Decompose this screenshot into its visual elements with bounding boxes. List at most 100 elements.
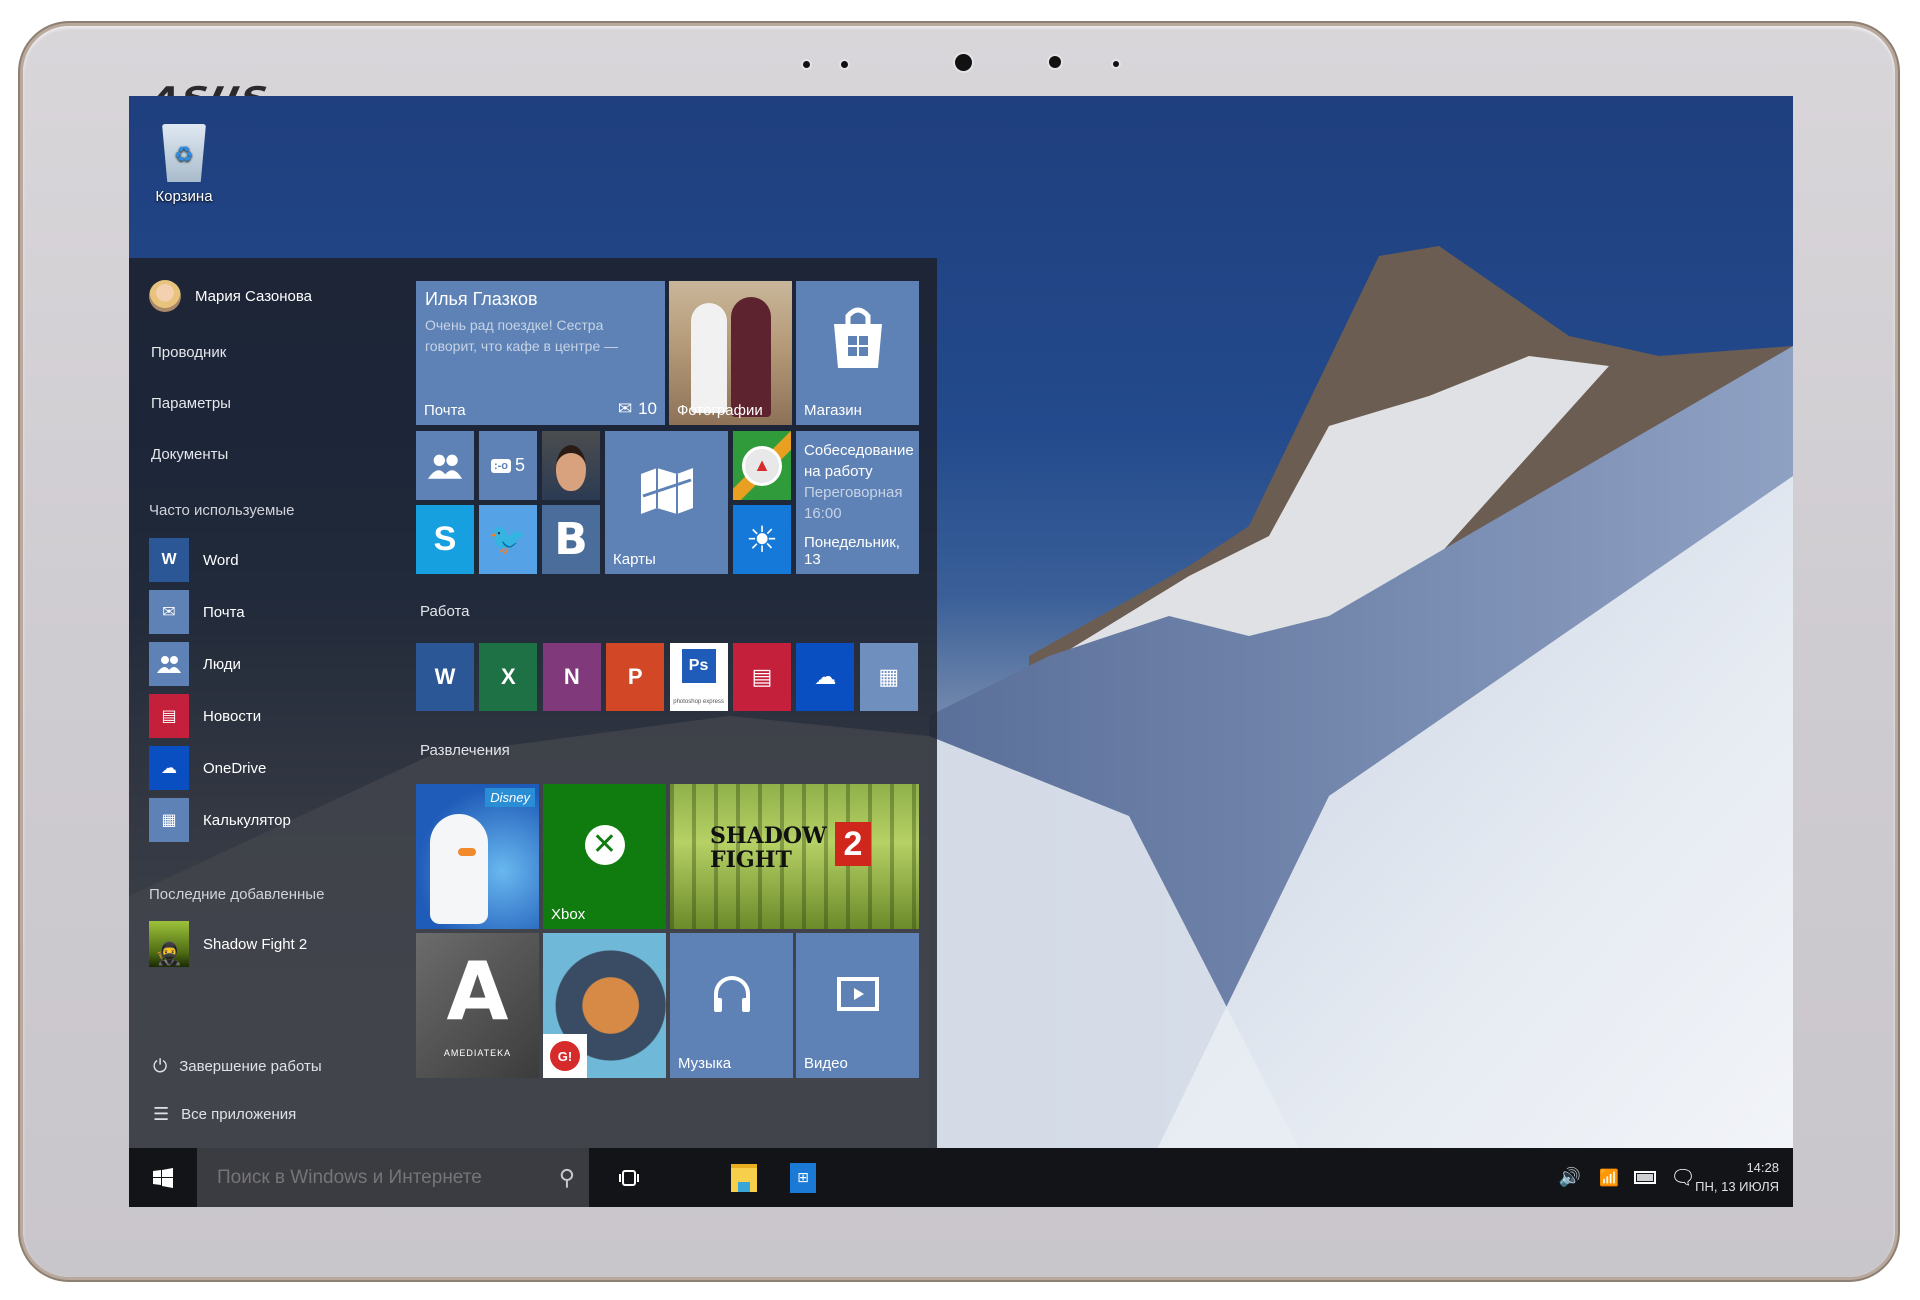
search-input[interactable] bbox=[215, 1165, 539, 1190]
chat-bubble-icon: :-o bbox=[490, 458, 512, 473]
tile-xbox[interactable]: ✕ Xbox bbox=[543, 784, 666, 929]
tile-work-app[interactable]: X bbox=[479, 643, 538, 711]
store-icon bbox=[796, 281, 919, 395]
app-icon: ▤ bbox=[751, 664, 773, 689]
people-icon bbox=[416, 431, 474, 500]
calendar-event-title: на работу bbox=[804, 463, 873, 480]
tile-work-app[interactable]: N bbox=[542, 643, 601, 711]
sensor-dot bbox=[841, 61, 848, 68]
mail-icon: ✉ bbox=[617, 399, 633, 418]
power-button[interactable]: ⏻ Завершение работы bbox=[153, 1056, 322, 1077]
sensor-dot bbox=[1113, 61, 1119, 67]
start-button[interactable] bbox=[129, 1148, 197, 1207]
screen: ♻ Корзина Мария Сазонова Проводник Парам… bbox=[129, 96, 1793, 1207]
messaging-badge: :-o 5 bbox=[479, 431, 537, 500]
frequent-item-label: Почта bbox=[203, 603, 245, 621]
news-icon: ▤ bbox=[149, 694, 189, 738]
frequent-item-people[interactable]: Люди bbox=[149, 642, 241, 686]
tile-work-app[interactable]: ▤ bbox=[733, 643, 791, 711]
tile-shadow-fight[interactable]: SHADOW FIGHT 2 bbox=[670, 784, 919, 929]
tile-label: Фотографии bbox=[677, 402, 763, 419]
frequent-item-calculator[interactable]: ▦ Калькулятор bbox=[149, 798, 291, 842]
battery-icon bbox=[1634, 1171, 1656, 1184]
tile-work-app[interactable]: W bbox=[416, 643, 474, 711]
onedrive-icon: ☁ bbox=[149, 746, 189, 790]
photo-people-image bbox=[691, 303, 727, 413]
frequent-item-label: Word bbox=[203, 551, 239, 569]
app-icon: P bbox=[627, 664, 643, 689]
xbox-icon: ✕ bbox=[543, 784, 666, 905]
start-item-file-explorer[interactable]: Проводник bbox=[151, 344, 226, 361]
tile-photos[interactable]: Фотографии bbox=[669, 281, 792, 425]
tile-navigator[interactable]: ▲ bbox=[733, 431, 791, 500]
network-button[interactable]: 📶 bbox=[1593, 1148, 1625, 1207]
tile-work-app[interactable]: ▦ bbox=[859, 643, 918, 711]
battery-button[interactable] bbox=[1629, 1148, 1661, 1207]
tile-weather[interactable]: ☀ bbox=[733, 505, 791, 574]
mail-preview-line: Очень рад поездке! Сестра bbox=[425, 317, 604, 333]
tile-label: Видео bbox=[804, 1055, 848, 1072]
tile-amediateka[interactable]: A AMEDIATEKA bbox=[416, 933, 539, 1078]
photo-people-image bbox=[731, 297, 771, 417]
contact-face-image bbox=[556, 445, 586, 491]
amediateka-logo: A bbox=[446, 945, 509, 1038]
start-item-settings[interactable]: Параметры bbox=[151, 395, 231, 412]
tile-calendar[interactable]: Собеседование на работу Переговорная 16:… bbox=[796, 431, 919, 574]
power-label: Завершение работы bbox=[179, 1058, 322, 1075]
shadow-fight-title: SHADOW FIGHT bbox=[710, 823, 827, 873]
mail-sender: Илья Глазков bbox=[425, 289, 538, 309]
people-icon bbox=[149, 642, 189, 686]
clock-time: 14:28 bbox=[1746, 1160, 1779, 1175]
recycle-bin[interactable]: ♻ Корзина bbox=[149, 124, 219, 205]
notification-icon: 🗨 bbox=[1670, 1167, 1696, 1189]
taskbar-file-explorer[interactable] bbox=[720, 1148, 768, 1207]
tile-people[interactable] bbox=[416, 431, 474, 500]
frequent-item-onedrive[interactable]: ☁ OneDrive bbox=[149, 746, 266, 790]
tile-video[interactable]: Видео bbox=[796, 933, 919, 1078]
recycle-bin-label: Корзина bbox=[155, 188, 213, 205]
tile-music[interactable]: Музыка bbox=[670, 933, 793, 1078]
frequent-item-label: OneDrive bbox=[203, 759, 267, 777]
skype-icon: S bbox=[433, 520, 457, 558]
tile-messaging[interactable]: :-o 5 bbox=[479, 431, 537, 500]
tile-maps[interactable]: Карты bbox=[605, 431, 728, 574]
all-apps-button[interactable]: ☰ Все приложения bbox=[153, 1104, 296, 1125]
volume-button[interactable]: 🔊 bbox=[1554, 1148, 1586, 1207]
frequent-item-mail[interactable]: ✉ Почта bbox=[149, 590, 245, 634]
taskbar-store[interactable]: ⊞ bbox=[779, 1148, 827, 1207]
user-name: Мария Сазонова bbox=[195, 287, 313, 305]
start-item-documents[interactable]: Документы bbox=[151, 446, 228, 463]
app-icon: ▦ bbox=[878, 664, 900, 689]
tile-twitter[interactable]: 🐦 bbox=[479, 505, 537, 574]
tile-work-app[interactable]: ☁ bbox=[796, 643, 855, 711]
tile-work-app[interactable]: P bbox=[606, 643, 665, 711]
search-box[interactable]: ⚲ bbox=[197, 1148, 589, 1207]
vk-icon: B bbox=[554, 514, 588, 565]
frequent-item-word[interactable]: W Word bbox=[149, 538, 239, 582]
tile-label: Музыка bbox=[678, 1055, 732, 1072]
tile-label: Xbox bbox=[551, 906, 586, 923]
frequent-item-label: Калькулятор bbox=[203, 811, 291, 829]
search-icon[interactable]: ⚲ bbox=[559, 1165, 575, 1191]
clock-date: ПН, 13 ИЮЛЯ bbox=[1695, 1179, 1779, 1194]
app-icon: W bbox=[434, 664, 456, 689]
tile-skype[interactable]: S bbox=[416, 505, 474, 574]
recycle-bin-icon: ♻ bbox=[162, 124, 206, 182]
tile-disney-frozen[interactable]: Disney bbox=[416, 784, 539, 929]
task-view-button[interactable] bbox=[605, 1148, 653, 1207]
recent-header: Последние добавленные bbox=[149, 886, 325, 903]
tile-work-app[interactable]: Ps photoshop express bbox=[669, 643, 728, 711]
user-account[interactable]: Мария Сазонова bbox=[149, 280, 312, 312]
tile-store[interactable]: Магазин bbox=[796, 281, 919, 425]
tile-vk[interactable]: B bbox=[542, 505, 600, 574]
tile-game-cat[interactable]: G! bbox=[543, 933, 666, 1078]
tile-contact-photo[interactable] bbox=[542, 431, 600, 500]
calendar-event-title: Собеседование bbox=[804, 442, 914, 459]
system-clock[interactable]: 14:28 ПН, 13 ИЮЛЯ bbox=[1695, 1158, 1779, 1196]
front-camera bbox=[955, 54, 972, 71]
tile-mail[interactable]: Илья Глазков Очень рад поездке! Сестра г… bbox=[416, 281, 665, 425]
photoshop-icon: Ps bbox=[681, 649, 716, 683]
frequent-item-news[interactable]: ▤ Новости bbox=[149, 694, 261, 738]
recent-item-shadow-fight[interactable]: 🥷 Shadow Fight 2 bbox=[149, 921, 307, 967]
app-icon: N bbox=[563, 664, 580, 689]
